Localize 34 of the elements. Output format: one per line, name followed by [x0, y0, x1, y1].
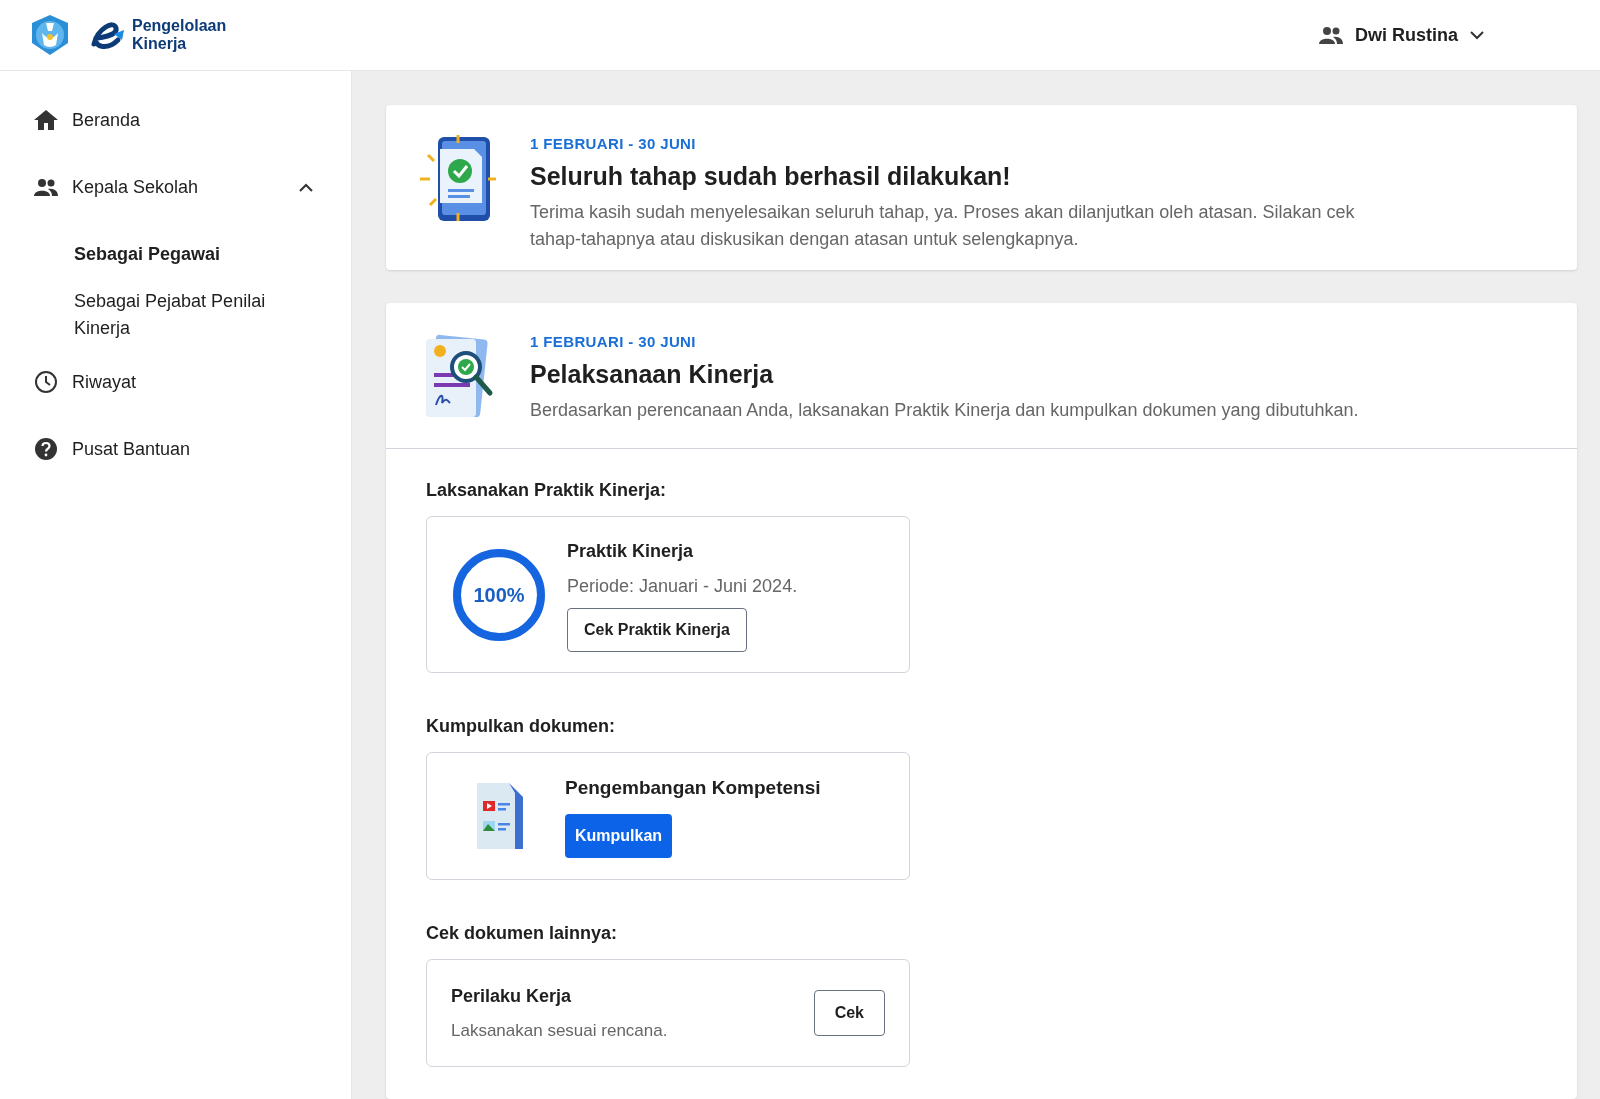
task-title: Praktik Kinerja — [567, 539, 695, 563]
people-icon — [34, 178, 58, 196]
clock-icon — [34, 370, 58, 394]
task-note: Laksanakan sesuai rencana. — [451, 1019, 668, 1042]
media-document-icon — [475, 783, 525, 849]
home-icon — [34, 110, 58, 130]
card-title: Pelaksanaan Kinerja — [530, 358, 775, 390]
chevron-down-icon[interactable] — [1470, 30, 1484, 40]
help-icon — [34, 437, 58, 461]
sidebar-item[interactable]: Beranda — [26, 94, 325, 146]
people-icon — [1319, 26, 1343, 44]
task-period: Periode: Januari - Juni 2024. — [567, 574, 798, 598]
sidebar-item[interactable]: Riwayat — [26, 356, 325, 408]
sidebar-item[interactable]: Pusat Bantuan — [26, 423, 325, 475]
submit-button[interactable]: Kumpulkan — [565, 814, 673, 859]
sidebar-item[interactable]: Kepala Sekolah — [26, 161, 325, 213]
date-range: 1 FEBRUARI - 30 JUNI — [530, 134, 697, 154]
card-title: Seluruh tahap sudah berhasil dilakukan! — [530, 160, 1012, 192]
sidebar-subitem[interactable]: Sebagai Pegawai — [34, 228, 317, 280]
brand-text: Pengelolaan — [132, 17, 227, 35]
brand-text: Kinerja — [132, 35, 188, 53]
section-heading: Kumpulkan dokumen: — [426, 715, 616, 738]
task-title: Perilaku Kerja — [451, 984, 573, 1008]
description: Terima kasih sudah menyelesaikan seluruh tahap, ya. Proses akan dilanjutkan oleh atasan. Silakan cek tahap-tahapnya atau diskusikan dengan atasan untuk selengkapnya. — [530, 201, 1356, 251]
check-button[interactable]: Cek Praktik Kinerja — [567, 607, 747, 652]
section-heading: Laksanakan Praktik Kinerja: — [426, 479, 668, 502]
check-button[interactable]: Cek — [813, 990, 885, 1036]
task-title: Pengembangan Kompetensi — [565, 775, 821, 800]
user-name[interactable]: Dwi Rustina — [1355, 21, 1458, 49]
section-heading: Cek dokumen lainnya: — [426, 922, 619, 945]
sidebar-subitem[interactable]: Sebagai Pejabat Penilai Kinerja — [34, 280, 317, 356]
date-range: 1 FEBRUARI - 30 JUNI — [530, 332, 697, 352]
chevron-up-icon[interactable] — [299, 182, 313, 192]
description: Berdasarkan perencanaan Anda, laksanakan Praktik Kinerja dan kumpulkan dokumen yang dibutuhkan. — [530, 399, 1359, 422]
